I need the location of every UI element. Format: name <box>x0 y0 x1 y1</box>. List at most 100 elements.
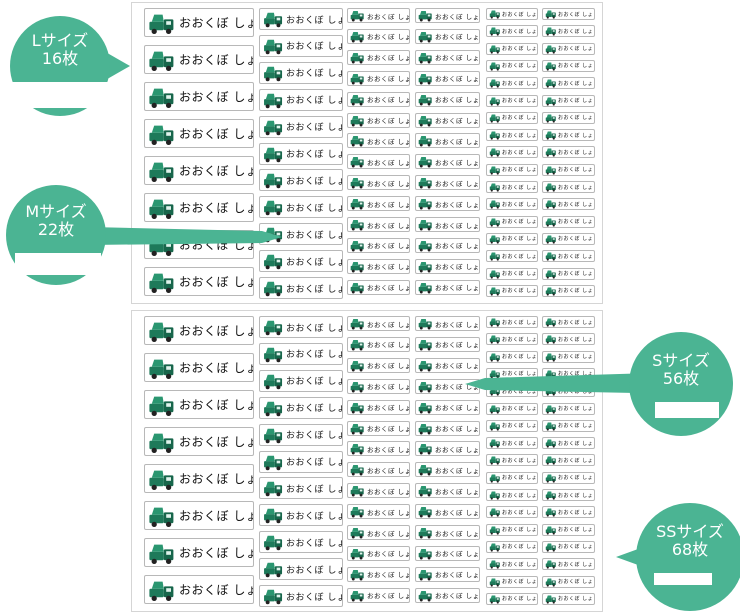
garbage-truck-icon <box>489 578 500 587</box>
garbage-truck-icon <box>418 339 432 351</box>
label-name-text: おおくぼ しょうへい <box>286 284 342 295</box>
label-s: おおくぼ しょうへい <box>415 587 480 603</box>
label-s: おおくぼ しょうへい <box>415 154 480 170</box>
label-s: おおくぼ しょうへい <box>415 462 480 478</box>
label-s: おおくぼ しょうへい <box>415 133 480 149</box>
label-name-text: おおくぼ しょうへい <box>502 253 538 260</box>
label-name-text: おおくぼ しょうへい <box>502 63 538 70</box>
label-ss: おおくぼ しょうへい <box>486 506 538 519</box>
label-s: おおくぼ しょうへい <box>415 258 480 274</box>
label-name-text: おおくぼ しょうへい <box>502 561 538 568</box>
garbage-truck-icon <box>418 527 432 539</box>
garbage-truck-icon <box>489 491 500 500</box>
garbage-truck-icon <box>545 235 556 244</box>
label-s: おおくぼ しょうへい <box>415 441 480 457</box>
garbage-truck-icon <box>418 282 432 294</box>
label-name-text: おおくぼ しょうへい <box>502 184 538 191</box>
garbage-truck-icon <box>489 218 500 227</box>
garbage-truck-icon <box>489 287 500 296</box>
garbage-truck-icon <box>264 428 283 443</box>
label-m: おおくぼ しょうへい <box>259 450 343 473</box>
garbage-truck-icon <box>545 526 556 535</box>
callout-l-size-label: Lサイズ <box>31 31 89 50</box>
label-ss: おおくぼ しょうへい <box>486 215 538 228</box>
garbage-truck-icon <box>350 219 364 231</box>
label-ss: おおくぼ しょうへい <box>542 575 595 588</box>
label-name-text: おおくぼ しょうへい <box>502 11 538 18</box>
label-name-text: おおくぼ しょうへい <box>179 164 253 178</box>
label-ss: おおくぼ しょうへい <box>486 163 538 176</box>
label-name-text: おおくぼ しょうへい <box>502 219 538 226</box>
label-ss: おおくぼ しょうへい <box>542 198 595 211</box>
garbage-truck-icon <box>545 45 556 54</box>
garbage-truck-icon <box>545 114 556 123</box>
label-name-text: おおくぼ しょうへい <box>435 75 480 84</box>
garbage-truck-icon <box>489 235 500 244</box>
garbage-truck-icon <box>489 114 500 123</box>
garbage-truck-icon <box>264 120 283 135</box>
label-name-text: おおくぼ しょうへい <box>367 529 409 538</box>
label-name-text: おおくぼ しょうへい <box>435 550 480 559</box>
label-m: おおくぼ しょうへい <box>259 142 343 165</box>
label-s: おおくぼ しょうへい <box>347 217 410 232</box>
label-name-text: おおくぼ しょうへい <box>286 176 342 187</box>
label-name-text: おおくぼ しょうへい <box>502 115 538 122</box>
label-s: おおくぼ しょうへい <box>415 525 480 540</box>
label-name-text: おおくぼ しょうへい <box>367 320 409 329</box>
garbage-truck-icon <box>489 27 500 36</box>
label-name-text: おおくぼ しょうへい <box>179 127 253 141</box>
label-name-text: おおくぼ しょうへい <box>367 425 409 433</box>
garbage-truck-icon <box>350 507 364 518</box>
label-name-text: おおくぼ しょうへい <box>558 28 594 35</box>
label-l: おおくぼ しょうへい <box>144 156 254 185</box>
label-l: おおくぼ しょうへい <box>144 501 254 530</box>
label-name-text: おおくぼ しょうへい <box>286 565 342 576</box>
garbage-truck-icon <box>489 543 500 552</box>
label-s: おおくぼ しょうへい <box>347 483 410 499</box>
label-name-text: おおくぼ しょうへい <box>558 167 594 174</box>
garbage-truck-icon <box>418 318 432 330</box>
label-name-text: おおくぼ しょうへい <box>502 509 538 516</box>
garbage-truck-icon <box>545 287 556 296</box>
garbage-truck-icon <box>418 52 432 64</box>
label-name-text: おおくぼ しょうへい <box>502 579 538 585</box>
garbage-truck-icon <box>149 322 174 342</box>
garbage-truck-icon <box>489 97 500 106</box>
label-ss: おおくぼ しょうへい <box>542 540 595 553</box>
label-name-text: おおくぼ しょうへい <box>435 96 480 105</box>
label-name-text: おおくぼ しょうへい <box>435 179 480 188</box>
garbage-truck-icon <box>264 347 283 363</box>
label-name-text: おおくぼ しょうへい <box>435 33 480 42</box>
callout-l-size: Lサイズ 16枚 <box>0 0 140 130</box>
garbage-truck-icon <box>489 456 500 465</box>
label-s: おおくぼ しょうへい <box>347 357 410 373</box>
label-name-text: おおくぼ しょうへい <box>367 571 409 580</box>
label-name-text: おおくぼ しょうへい <box>502 544 538 551</box>
garbage-truck-icon <box>489 595 500 604</box>
label-ss: おおくぼ しょうへい <box>542 215 595 228</box>
label-s: おおくぼ しょうへい <box>415 49 480 65</box>
label-ss: おおくぼ しょうへい <box>486 181 538 193</box>
label-name-text: おおくぼ しょうへい <box>367 550 409 559</box>
label-name-text: おおくぼ しょうへい <box>367 592 409 601</box>
label-l: おおくぼ しょうへい <box>144 316 254 345</box>
garbage-truck-icon <box>350 157 364 168</box>
label-name-text: おおくぼ しょうへい <box>502 527 538 534</box>
label-name-text: おおくぼ しょうへい <box>435 571 480 580</box>
label-name-text: おおくぼ しょうへい <box>367 445 409 454</box>
label-ss: おおくぼ しょうへい <box>542 8 595 20</box>
label-name-text: おおくぼ しょうへい <box>367 242 409 251</box>
label-name-text: おおくぼ しょうへい <box>367 263 409 272</box>
label-name-text: おおくぼ しょうへい <box>367 221 409 230</box>
garbage-truck-icon <box>350 10 364 22</box>
garbage-truck-icon <box>264 374 283 390</box>
label-s: おおくぼ しょうへい <box>347 133 410 149</box>
label-name-text: おおくぼ しょうへい <box>435 445 480 454</box>
label-s: おおくぼ しょうへい <box>415 70 480 86</box>
label-s: おおくぼ しょうへい <box>415 196 480 212</box>
label-name-text: おおくぼ しょうへい <box>558 11 594 18</box>
label-ss: おおくぼ しょうへい <box>486 454 538 467</box>
label-name-text: おおくぼ しょうへい <box>558 509 594 516</box>
label-ss: おおくぼ しょうへい <box>542 471 595 484</box>
label-l: おおくぼ しょうへい <box>144 464 254 493</box>
